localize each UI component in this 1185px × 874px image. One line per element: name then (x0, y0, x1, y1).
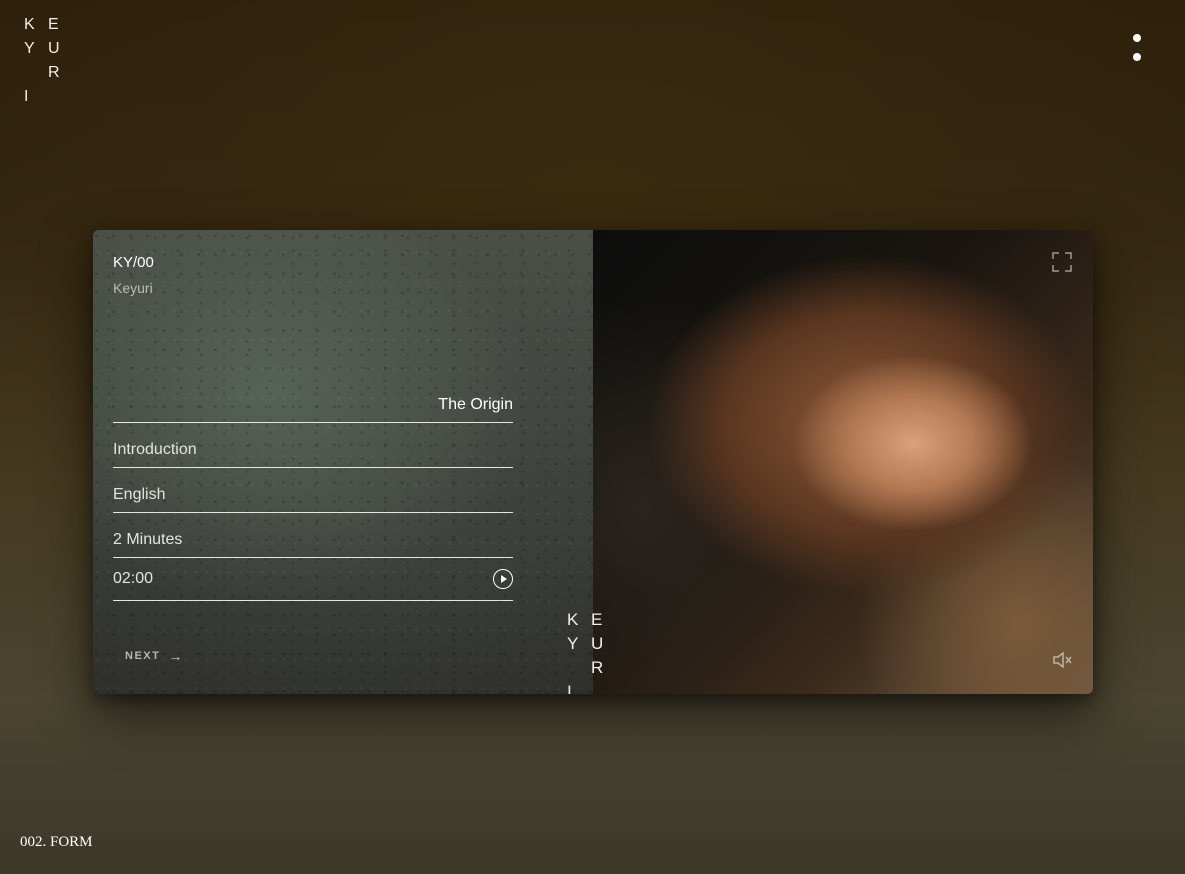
brand-logo[interactable]: K E Y U R I (24, 13, 72, 109)
speaker-muted-icon[interactable] (1051, 649, 1073, 671)
logo-letter: Y (567, 634, 579, 653)
logo-letter: K (567, 610, 579, 629)
language-field[interactable]: English (113, 469, 513, 513)
language-text: English (113, 486, 166, 503)
logo-letter: E (48, 16, 59, 33)
section-field[interactable]: Introduction (113, 424, 513, 468)
card-logo: K E Y U R I (567, 608, 615, 694)
expand-icon[interactable] (1051, 251, 1073, 273)
logo-letter: Y (24, 40, 35, 57)
timer-field: 02:00 (113, 557, 513, 601)
item-code: KY/00 (113, 254, 154, 271)
timer-text: 02:00 (113, 569, 154, 587)
title-text: The Origin (438, 396, 513, 413)
logo-letter: K (24, 16, 35, 33)
duration-field[interactable]: 2 Minutes (113, 514, 513, 558)
section-label: 002. FORM (20, 834, 93, 850)
logo-letter: R (48, 64, 60, 81)
menu-dots-icon[interactable] (1128, 34, 1146, 66)
brand-name: Keyuri (113, 280, 153, 296)
duration-text: 2 Minutes (113, 531, 183, 548)
next-label: NEXT (125, 650, 161, 662)
section-text: Introduction (113, 441, 197, 458)
logo-letter: R (591, 658, 604, 677)
logo-letter (24, 61, 48, 85)
logo-letter (567, 656, 591, 680)
logo-letter: U (48, 40, 60, 57)
next-button[interactable]: NEXT → (125, 648, 184, 664)
logo-letter: U (591, 634, 604, 653)
video-panel[interactable] (593, 230, 1093, 694)
info-panel: KY/00 Keyuri The Origin Introduction Eng… (93, 230, 603, 694)
arrow-right-icon: → (168, 648, 184, 664)
title-field: The Origin (113, 379, 513, 423)
play-circle-icon[interactable] (493, 568, 513, 589)
media-card: KY/00 Keyuri The Origin Introduction Eng… (93, 230, 1093, 694)
logo-letter: I (24, 88, 29, 105)
logo-letter: E (591, 610, 603, 629)
logo-letter: I (567, 682, 572, 694)
